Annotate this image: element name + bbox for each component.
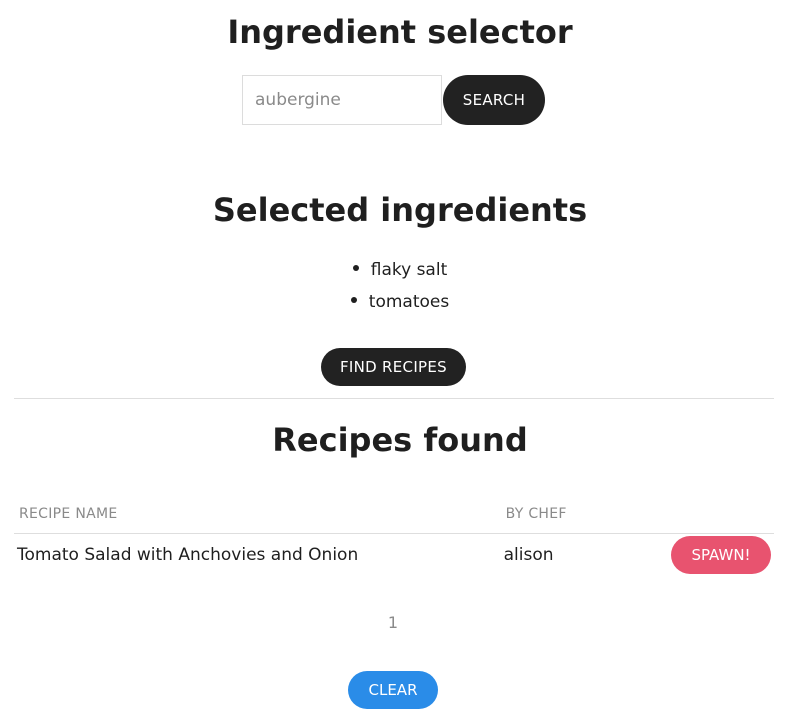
recipes-found-title: Recipes found xyxy=(272,421,528,459)
selected-ingredients-title: Selected ingredients xyxy=(212,191,588,229)
search-row: SEARCH xyxy=(242,75,545,125)
table-row: Tomato Salad with Anchovies and Onion al… xyxy=(14,534,774,577)
ingredient-search-input[interactable] xyxy=(242,75,442,125)
recipe-name-cell: Tomato Salad with Anchovies and Onion xyxy=(17,545,359,565)
ingredient-label: flaky salt xyxy=(370,260,448,280)
chef-cell: alison xyxy=(503,545,554,565)
column-header-action xyxy=(654,495,774,534)
list-item: flaky salt xyxy=(0,254,800,286)
column-header-recipe-name: RECIPE NAME xyxy=(14,495,501,534)
table-header-row: RECIPE NAME BY CHEF xyxy=(14,495,774,534)
ingredient-selector-title: Ingredient selector xyxy=(227,13,573,51)
search-button[interactable]: SEARCH xyxy=(443,75,545,125)
clear-button[interactable]: CLEAR xyxy=(348,671,438,709)
page: Ingredient selector SEARCH Selected ingr… xyxy=(0,0,800,722)
spawn-button[interactable]: SPAWN! xyxy=(671,536,771,574)
selected-ingredients-list: flaky salt tomatoes xyxy=(0,254,800,318)
section-divider xyxy=(14,398,774,399)
ingredient-label: tomatoes xyxy=(368,292,450,312)
pagination: 1 xyxy=(0,612,800,634)
page-number-1[interactable]: 1 xyxy=(388,613,398,632)
list-item: tomatoes xyxy=(0,286,800,318)
recipes-table: RECIPE NAME BY CHEF Tomato Salad with An… xyxy=(14,495,774,576)
column-header-by-chef: BY CHEF xyxy=(500,495,655,534)
bullet-icon xyxy=(352,265,359,271)
action-cell: SPAWN! xyxy=(655,534,774,577)
find-recipes-button[interactable]: FIND RECIPES xyxy=(321,348,466,386)
bullet-icon xyxy=(350,297,357,303)
